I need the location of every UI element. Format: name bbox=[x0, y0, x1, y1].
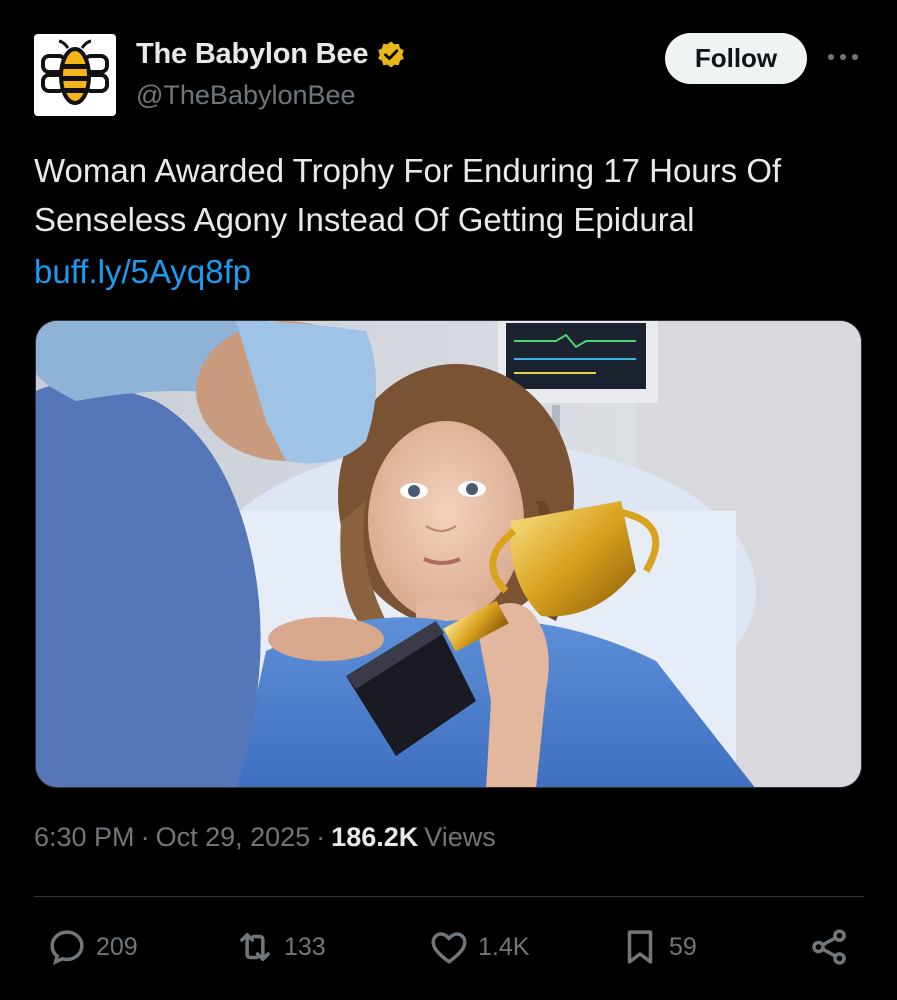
post-image[interactable] bbox=[35, 320, 862, 788]
more-options-button[interactable] bbox=[822, 42, 864, 72]
like-button[interactable]: 1.4K bbox=[428, 924, 529, 970]
views-count: 186.2K bbox=[331, 822, 419, 852]
repost-icon bbox=[240, 933, 270, 961]
babylon-bee-logo-icon bbox=[34, 34, 116, 116]
reply-icon bbox=[50, 930, 84, 966]
repost-count: 133 bbox=[284, 932, 326, 961]
follow-button[interactable]: Follow bbox=[665, 33, 807, 84]
post-date[interactable]: Oct 29, 2025 bbox=[156, 822, 311, 853]
hospital-patient-trophy-photo-icon bbox=[36, 321, 861, 787]
bookmark-button[interactable]: 59 bbox=[619, 924, 697, 970]
divider bbox=[34, 896, 864, 897]
reply-button[interactable]: 209 bbox=[46, 924, 138, 970]
heart-icon bbox=[431, 932, 467, 964]
author-display-name[interactable]: The Babylon Bee bbox=[136, 38, 368, 71]
share-button[interactable] bbox=[808, 924, 850, 970]
post-link[interactable]: buff.ly/5Ayq8fp bbox=[34, 247, 251, 296]
repost-button[interactable]: 133 bbox=[234, 924, 326, 970]
post-time[interactable]: 6:30 PM bbox=[34, 822, 135, 853]
verified-badge-icon[interactable] bbox=[376, 40, 406, 70]
more-dots-icon bbox=[828, 54, 858, 60]
reply-count: 209 bbox=[96, 932, 138, 961]
author-handle[interactable]: @TheBabylonBee bbox=[136, 80, 356, 111]
bookmark-count: 59 bbox=[669, 932, 697, 961]
bookmark-icon bbox=[627, 930, 653, 964]
author-avatar[interactable] bbox=[34, 34, 116, 116]
share-icon bbox=[812, 929, 846, 965]
post-text: Woman Awarded Trophy For Enduring 17 Hou… bbox=[34, 152, 782, 238]
author-name-row[interactable]: The Babylon Bee bbox=[136, 38, 406, 71]
meta-separator: · bbox=[140, 822, 150, 852]
post-meta: 6:30 PM · Oct 29, 2025 · 186.2K Views bbox=[34, 822, 502, 853]
views-label: Views bbox=[424, 822, 496, 852]
meta-separator: · bbox=[316, 822, 326, 852]
like-count: 1.4K bbox=[478, 932, 530, 961]
